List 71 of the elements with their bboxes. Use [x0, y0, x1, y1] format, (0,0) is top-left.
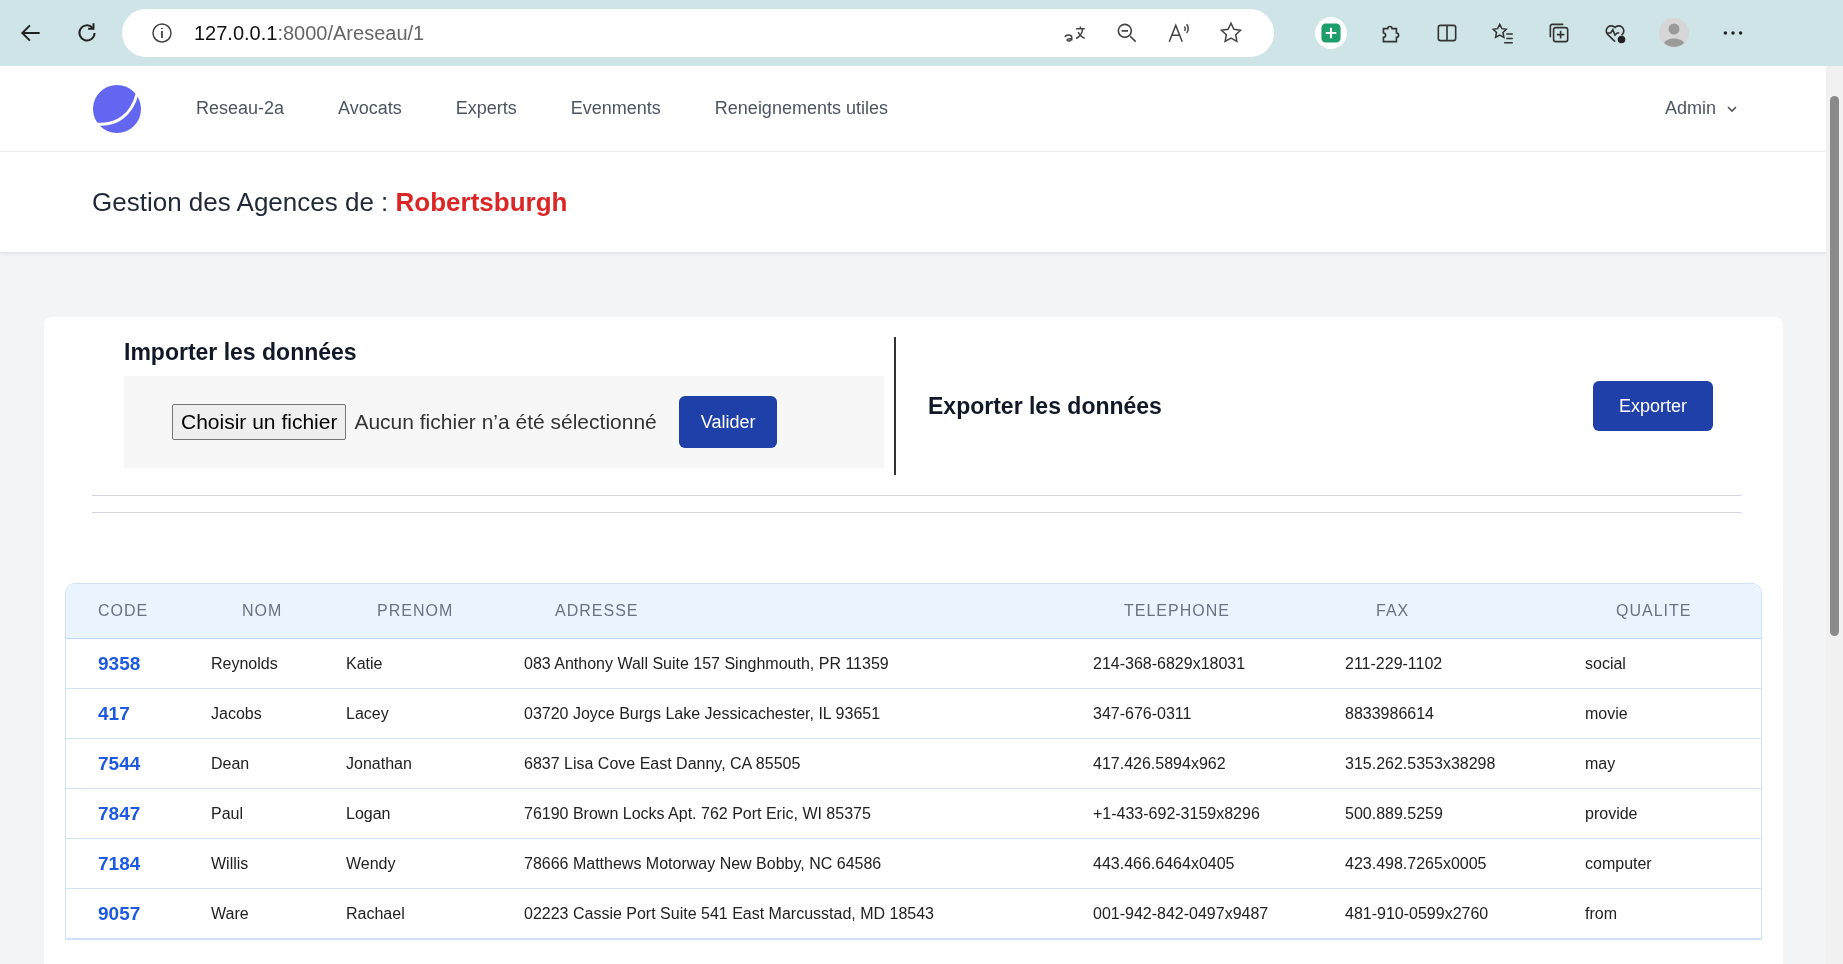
table-cell-text: +1-433-692-3159x8296 — [1093, 804, 1261, 823]
table-cell-text: Katie — [346, 654, 384, 673]
table-cell-text: Rachael — [346, 904, 406, 923]
table-cell-text: 214-368-6829x18031 — [1093, 654, 1247, 673]
column-header: CODE — [98, 602, 150, 620]
admin-menu[interactable]: Admin — [1658, 97, 1744, 120]
code-link[interactable]: 7184 — [98, 852, 211, 875]
nav-link[interactable]: Experts — [455, 98, 517, 119]
table-cell-text: Lacey — [346, 704, 390, 723]
table-cell-text: 443.466.6464x0405 — [1093, 854, 1236, 873]
table-cell-text: 083 Anthony Wall Suite 157 Singhmouth, PR 11359 — [524, 654, 890, 673]
nav-link[interactable]: Reneignements utiles — [714, 98, 888, 119]
table-cell-text: 481-910-0599x2760 — [1345, 904, 1490, 923]
info-icon — [150, 21, 174, 45]
star-icon[interactable] — [1218, 20, 1244, 46]
column-header: ADRESSE — [554, 602, 640, 620]
table-cell-text: Wendy — [346, 854, 397, 873]
table-cell-text: computer — [1585, 854, 1653, 873]
column-header: NOM — [241, 602, 284, 620]
submit-button[interactable]: Valider — [678, 396, 778, 448]
table-cell-text: 8833986614 — [1345, 704, 1435, 723]
table-cell-text: from — [1585, 904, 1618, 923]
export-title: Exporter les données — [928, 392, 1162, 420]
table-cell-text: 03720 Joyce Burgs Lake Jessicachester, IL 93651 — [524, 704, 882, 723]
table-cell-text: provide — [1585, 804, 1639, 823]
table-cell-text: 211-229-1102 — [1345, 654, 1444, 673]
table-cell-text: 423.498.7265x0005 — [1345, 854, 1488, 873]
table-cell-text: Willis — [211, 854, 250, 873]
extension-icon[interactable] — [1314, 16, 1348, 50]
table-cell-text: Paul — [211, 804, 245, 823]
table-cell-text: Jacobs — [211, 704, 263, 723]
table-cell-text: 417.426.5894x962 — [1093, 754, 1227, 773]
city-name: Robertsburgh — [395, 186, 568, 217]
table-cell-text: 347-676-0311 — [1093, 704, 1193, 723]
table-cell-text: Ware — [211, 904, 250, 923]
nav-link[interactable]: Reseau-2a — [196, 98, 285, 119]
table-cell-text: may — [1585, 754, 1617, 773]
code-link[interactable]: 9057 — [98, 902, 211, 925]
url-text: 127.0.0.1:8000/Areseau/1 — [194, 21, 425, 45]
table-cell-text: Jonathan — [346, 754, 413, 773]
export-button[interactable]: Exporter — [1593, 381, 1713, 431]
code-link[interactable]: 7847 — [98, 802, 211, 825]
logo-icon[interactable] — [92, 83, 142, 134]
code-link[interactable]: 7544 — [98, 752, 211, 775]
page-title: Gestion des Agences de : — [92, 186, 389, 217]
nav-link[interactable]: Evenments — [570, 98, 661, 119]
table-cell-text: 76190 Brown Locks Apt. 762 Port Eric, WI 85375 — [524, 804, 872, 823]
table-cell-text: 001-942-842-0497x9487 — [1093, 904, 1270, 923]
table-cell-text: social — [1585, 654, 1627, 673]
scrollbar[interactable] — [1826, 66, 1843, 964]
column-header: QUALITE — [1615, 602, 1693, 620]
file-status: Aucun fichier n’a été sélectionné — [354, 410, 657, 434]
table-cell-text: 78666 Matthews Motorway New Bobby, NC 64586 — [524, 854, 883, 873]
address-bar[interactable]: 127.0.0.1:8000/Areseau/1 — [122, 9, 1274, 57]
column-header: PRENOM — [376, 602, 455, 620]
nav-link[interactable]: Avocats — [338, 98, 402, 119]
column-header: FAX — [1375, 602, 1411, 620]
code-link[interactable]: 417 — [98, 702, 211, 725]
code-link[interactable]: 9358 — [98, 652, 211, 675]
table-cell-text: 6837 Lisa Cove East Danny, CA 85505 — [524, 754, 802, 773]
table-cell-text: movie — [1585, 704, 1629, 723]
table-cell-text: 02223 Cassie Port Suite 541 East Marcusstad, MD 18543 — [524, 904, 935, 923]
table-cell-text: Logan — [346, 804, 392, 823]
favorites-icon[interactable] — [1490, 20, 1516, 46]
choose-file-button[interactable]: Choisir un fichier — [172, 404, 347, 440]
column-header: TELEPHONE — [1123, 602, 1231, 620]
table-cell-text: Dean — [211, 754, 251, 773]
import-title: Importer les données — [124, 339, 358, 366]
table-cell-text: 500.889.5259 — [1345, 804, 1444, 823]
table-cell-text: 315.262.5353x38298 — [1345, 754, 1497, 773]
table-cell-text: Reynolds — [211, 654, 279, 673]
